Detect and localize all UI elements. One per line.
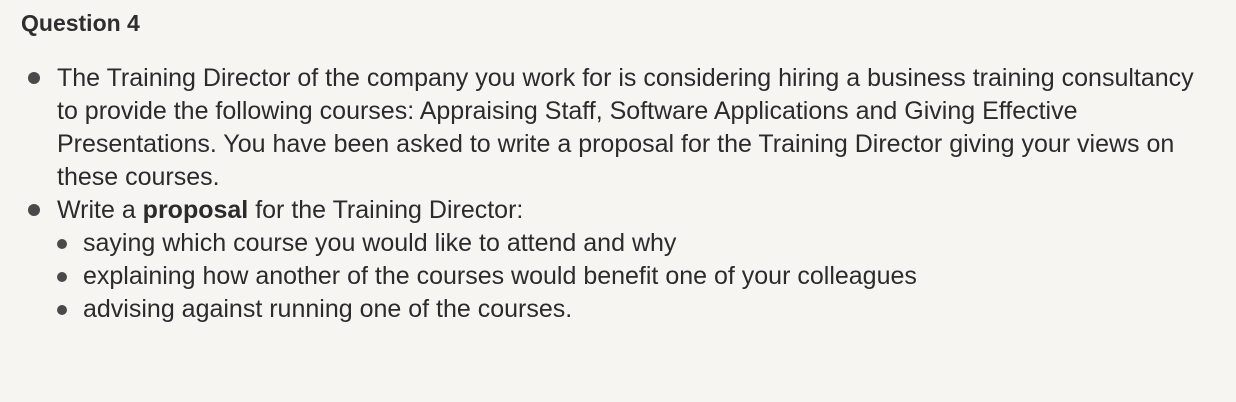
question-title: Question 4: [21, 10, 140, 36]
bullet-dot-icon: [28, 72, 40, 84]
bullet-dot-icon: [57, 305, 67, 315]
sub-list-item: explaining how another of the courses wo…: [57, 260, 1218, 293]
list-item-task: Write a proposal for the Training Direct…: [28, 194, 1218, 326]
sub-list-item: saying which course you would like to at…: [57, 227, 1218, 260]
task-sub-list: saying which course you would like to at…: [57, 227, 1218, 326]
list-item-context: The Training Director of the company you…: [28, 62, 1218, 194]
task-text-after: for the Training Director:: [248, 196, 524, 224]
sub-item-text: advising against running one of the cour…: [83, 295, 573, 323]
exam-question-page: Question 4 The Training Director of the …: [0, 0, 1236, 402]
task-text-bold: proposal: [142, 196, 249, 224]
bullet-dot-icon: [28, 204, 40, 216]
instructions-list: The Training Director of the company you…: [28, 62, 1218, 326]
context-text: The Training Director of the company you…: [57, 64, 1194, 191]
sub-item-text: saying which course you would like to at…: [83, 229, 677, 257]
bullet-dot-icon: [57, 272, 67, 282]
task-text-before: Write a: [57, 196, 143, 224]
bullet-dot-icon: [57, 239, 67, 249]
sub-list-item: advising against running one of the cour…: [57, 293, 1218, 326]
sub-item-text: explaining how another of the courses wo…: [83, 262, 917, 290]
